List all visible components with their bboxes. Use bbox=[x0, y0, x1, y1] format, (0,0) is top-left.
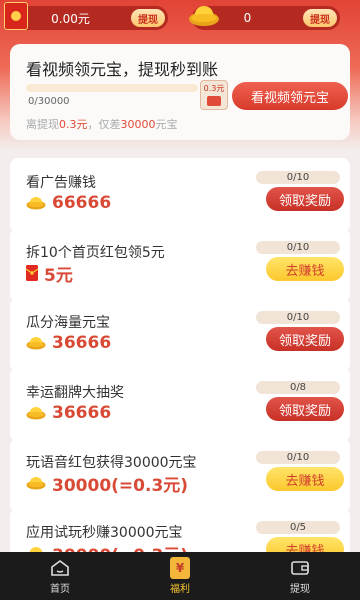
gold-ingot-icon bbox=[189, 6, 219, 26]
task-reward-amount: 36666 bbox=[52, 333, 112, 353]
task-title: 看广告赚钱 bbox=[26, 175, 96, 191]
task-progress: 0/10 bbox=[256, 311, 340, 324]
cash-balance-bar: 0.00元 提现 bbox=[10, 6, 168, 30]
task-reward-amount: 30000(=0.3元) bbox=[52, 475, 189, 496]
task-card: 看广告赚钱 66666 0/10 领取奖励 bbox=[10, 158, 350, 232]
task-title: 应用试玩秒赚30000元宝 bbox=[26, 525, 183, 541]
nav-welfare[interactable]: ¥ 福利 bbox=[120, 552, 240, 600]
ingot-withdraw-button[interactable]: 提现 bbox=[303, 9, 337, 27]
nav-welfare-label: 福利 bbox=[170, 583, 190, 595]
task-progress: 0/8 bbox=[256, 381, 340, 394]
nav-withdraw[interactable]: 提现 bbox=[240, 552, 360, 600]
task-title: 玩语音红包获得30000元宝 bbox=[26, 455, 197, 471]
promo-title: 看视频领元宝，提现秒到账 bbox=[26, 60, 219, 79]
watch-video-button[interactable]: 看视频领元宝 bbox=[232, 82, 348, 110]
remain-suffix: 元宝 bbox=[155, 118, 178, 131]
task-card: 幸运翻牌大抽奖 36666 0/8 领取奖励 bbox=[10, 368, 350, 442]
ingot-icon bbox=[26, 336, 46, 350]
remain-amount: 0.3元 bbox=[59, 118, 88, 131]
home-icon bbox=[50, 558, 70, 578]
welfare-icon-glyph: ¥ bbox=[170, 556, 190, 579]
task-reward: 30000(=0.3元) bbox=[26, 472, 189, 496]
welfare-icon: ¥ bbox=[170, 556, 190, 579]
wallet-icon bbox=[290, 558, 310, 578]
remain-mid: ，仅差 bbox=[87, 118, 121, 131]
task-reward: 36666 bbox=[26, 332, 111, 354]
bottom-nav: 首页 ¥ 福利 提现 bbox=[0, 552, 360, 600]
promo-progress-bar bbox=[26, 84, 198, 92]
cash-withdraw-button[interactable]: 提现 bbox=[131, 9, 165, 27]
cash-balance: 0.00元 bbox=[51, 11, 90, 26]
task-reward: 36666 bbox=[26, 402, 111, 424]
task-action-button[interactable]: 去赚钱 bbox=[266, 467, 344, 491]
task-reward-amount: 5元 bbox=[44, 265, 73, 286]
task-action-button[interactable]: 去赚钱 bbox=[266, 257, 344, 281]
wechat-icon bbox=[207, 96, 221, 106]
remain-prefix: 离提现 bbox=[26, 118, 59, 131]
remain-ingots: 30000 bbox=[120, 118, 156, 131]
task-progress: 0/10 bbox=[256, 241, 340, 254]
ingot-icon bbox=[26, 406, 46, 420]
task-progress: 0/10 bbox=[256, 171, 340, 184]
task-reward-amount: 66666 bbox=[52, 193, 112, 213]
task-reward: 66666 bbox=[26, 192, 111, 214]
task-title: 拆10个首页红包领5元 bbox=[26, 245, 165, 261]
task-reward-amount: 36666 bbox=[52, 403, 112, 423]
cash-badge-text: 0.3元 bbox=[203, 84, 225, 93]
task-progress: 0/10 bbox=[256, 451, 340, 464]
task-action-button[interactable]: 领取奖励 bbox=[266, 397, 344, 421]
red-envelope-icon bbox=[26, 265, 38, 281]
promo-card: 看视频领元宝，提现秒到账 0/30000 离提现0.3元，仅差30000元宝 0… bbox=[10, 44, 350, 140]
task-reward: 5元 bbox=[26, 262, 73, 286]
task-title: 瓜分海量元宝 bbox=[26, 315, 110, 331]
nav-home-label: 首页 bbox=[50, 583, 70, 595]
task-action-button[interactable]: 领取奖励 bbox=[266, 187, 344, 211]
nav-withdraw-label: 提现 bbox=[290, 583, 310, 595]
task-action-button[interactable]: 领取奖励 bbox=[266, 327, 344, 351]
ingot-icon bbox=[26, 196, 46, 210]
cash-badge: 0.3元 bbox=[200, 80, 228, 110]
nav-home[interactable]: 首页 bbox=[0, 552, 120, 600]
task-card: 拆10个首页红包领5元 5元 0/10 去赚钱 bbox=[10, 228, 350, 302]
red-wallet-icon bbox=[4, 2, 28, 30]
promo-progress-text: 0/30000 bbox=[28, 96, 70, 107]
task-progress: 0/5 bbox=[256, 521, 340, 534]
task-card: 瓜分海量元宝 36666 0/10 领取奖励 bbox=[10, 298, 350, 372]
promo-remain-text: 离提现0.3元，仅差30000元宝 bbox=[26, 116, 178, 132]
task-card: 玩语音红包获得30000元宝 30000(=0.3元) 0/10 去赚钱 bbox=[10, 438, 350, 512]
ingot-icon bbox=[26, 476, 46, 490]
task-title: 幸运翻牌大抽奖 bbox=[26, 385, 124, 401]
